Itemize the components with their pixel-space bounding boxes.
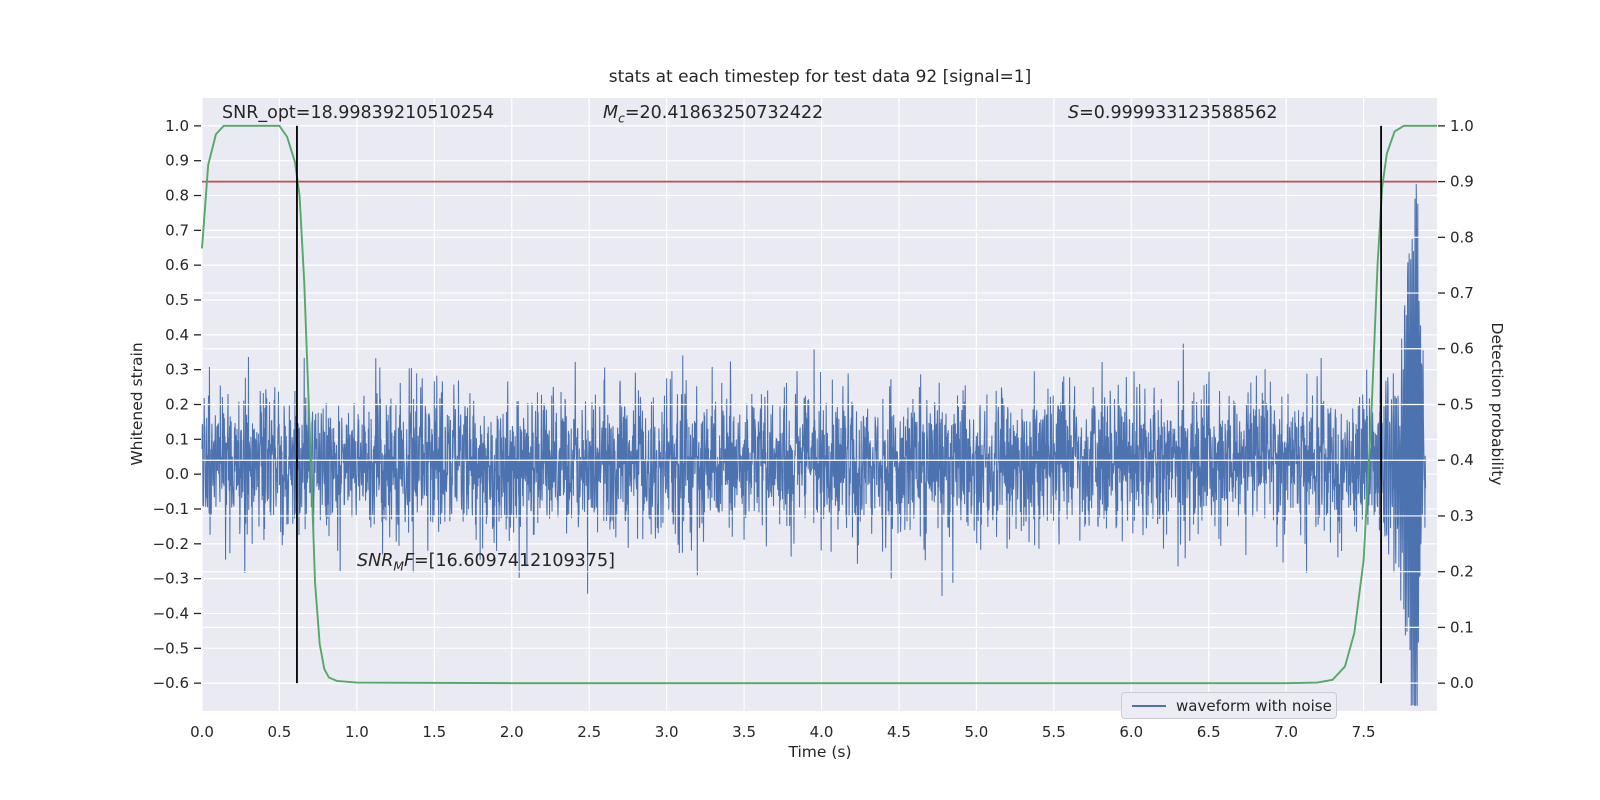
y-right-tick-label: 0.4: [1450, 451, 1474, 469]
y-left-tick-label: 0.1: [165, 430, 189, 448]
y-left-tick-label: 0.8: [165, 186, 189, 204]
y-right-tick-label: 0.7: [1450, 284, 1474, 302]
y-axis-label-right: Detection probability: [1488, 322, 1506, 486]
annotation-chirp-mass: Mc=20.41863250732422: [603, 103, 824, 126]
annotation-chirp-mass-subscript: c: [618, 111, 625, 126]
y-left-tick-label: 0.6: [165, 256, 189, 274]
y-right-tick-label: 0.6: [1450, 340, 1474, 358]
x-tick-label: 7.0: [1274, 723, 1298, 741]
y-left-tick-label: −0.5: [153, 639, 189, 657]
x-tick-label: 0.5: [268, 723, 292, 741]
x-tick-label: 5.0: [964, 723, 988, 741]
annotation-snr-mf: SNRMF=[16.6097412109375]: [357, 551, 615, 574]
y-left-tick-label: −0.3: [153, 570, 189, 588]
chart-title: stats at each timestep for test data 92 …: [608, 67, 1032, 87]
y-right-tick-label: 0.2: [1450, 563, 1474, 581]
y-left-tick-label: −0.6: [153, 674, 189, 692]
y-left-tick-label: −0.2: [153, 535, 189, 553]
annotation-snr-opt: SNR_opt=18.99839210510254: [222, 103, 494, 123]
y-left-tick-label: 0.4: [165, 326, 189, 344]
x-tick-label: 5.5: [1042, 723, 1066, 741]
x-tick-label: 4.0: [810, 723, 834, 741]
x-tick-label: 2.5: [577, 723, 601, 741]
x-tick-label: 3.5: [732, 723, 756, 741]
x-tick-label: 6.0: [1119, 723, 1143, 741]
y-left-tick-label: 0.0: [165, 465, 189, 483]
annotation-snr-mf-symbol: SNR: [357, 551, 394, 571]
y-right-tick-label: 0.1: [1450, 618, 1474, 636]
annotation-chirp-mass-symbol: M: [603, 103, 619, 123]
y-left-tick-label: −0.4: [153, 604, 189, 622]
x-tick-label: 2.0: [500, 723, 524, 741]
legend-label: waveform with noise: [1176, 696, 1332, 715]
figure: 1.0 0.9 0.8 0.7 0.6 0.5 0.4 0.3 0.2 0.1 0.0 −0.1 −0.…: [0, 0, 1600, 800]
annotation-s-stat: S=0.999933123588562: [1068, 103, 1277, 123]
annotation-s-value: =0.999933123588562: [1079, 103, 1278, 123]
annotation-snr-mf-subscript: M: [393, 559, 404, 574]
x-tick-label: 0.0: [190, 723, 214, 741]
x-tick-label: 1.0: [345, 723, 369, 741]
y-right-tick-label: 0.9: [1450, 173, 1474, 191]
annotation-s-symbol: S: [1068, 103, 1080, 123]
annotation-snr-opt-text: SNR_opt=18.99839210510254: [222, 103, 495, 123]
y-left-tick-label: 0.2: [165, 395, 189, 413]
y-left-tick-label: 0.5: [165, 291, 189, 309]
x-axis-label: Time (s): [788, 743, 852, 761]
annotation-snr-mf-value: =[16.6097412109375]: [414, 551, 615, 571]
y-left-tick-label: 1.0: [165, 117, 189, 135]
legend: waveform with noise: [1121, 692, 1337, 719]
legend-line-sample: [1132, 704, 1166, 707]
x-tick-label: 7.5: [1352, 723, 1376, 741]
y-right-tick-label: 1.0: [1450, 117, 1474, 135]
x-tick-label: 3.0: [655, 723, 679, 741]
y-right-tick-label: 0.0: [1450, 674, 1474, 692]
y-left-tick-label: 0.9: [165, 152, 189, 170]
y-right-tick-label: 0.8: [1450, 228, 1474, 246]
y-left-tick-label: 0.3: [165, 361, 189, 379]
annotation-chirp-mass-value: =20.41863250732422: [624, 103, 824, 123]
annotation-snr-mf-symbol2: F: [403, 551, 415, 571]
y-right-tick-label: 0.5: [1450, 395, 1474, 413]
y-axis-label-left: Whitened strain: [128, 342, 146, 466]
x-tick-label: 4.5: [887, 723, 911, 741]
x-tick-label: 1.5: [422, 723, 446, 741]
y-left-tick-label: 0.7: [165, 221, 189, 239]
y-right-tick-label: 0.3: [1450, 507, 1474, 525]
y-left-tick-label: −0.1: [153, 500, 189, 518]
x-tick-label: 6.5: [1197, 723, 1221, 741]
